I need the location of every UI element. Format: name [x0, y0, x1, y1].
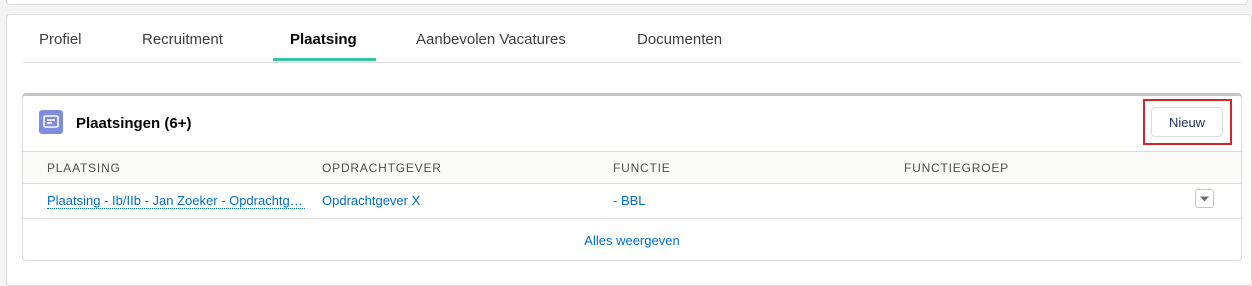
annotation-highlight-box: [1143, 99, 1232, 145]
row-actions-dropdown[interactable]: [1195, 189, 1214, 208]
plaatsing-link[interactable]: Plaatsing - Ib/IIb - Jan Zoeker - Opdrac…: [47, 193, 305, 209]
column-header-plaatsing: PLAATSING: [47, 161, 121, 175]
tab-recruitment[interactable]: Recruitment: [142, 31, 223, 48]
functie-link[interactable]: - BBL: [613, 193, 646, 208]
related-list-title[interactable]: Plaatsingen (6+): [76, 115, 191, 132]
view-all-link[interactable]: Alles weergeven: [23, 233, 1241, 248]
tab-plaatsing[interactable]: Plaatsing: [290, 31, 357, 48]
active-tab-indicator: [273, 58, 376, 61]
record-detail-card: Profiel Recruitment Plaatsing Aanbevolen…: [6, 14, 1252, 286]
table-row: Plaatsing - Ib/IIb - Jan Zoeker - Opdrac…: [23, 184, 1241, 219]
column-header-opdrachtgever: OPDRACHTGEVER: [322, 161, 442, 175]
tab-aanbevolen-vacatures[interactable]: Aanbevolen Vacatures: [416, 31, 566, 48]
column-header-functiegroep: FUNCTIEGROEP: [904, 161, 1009, 175]
tab-documenten[interactable]: Documenten: [637, 31, 722, 48]
tab-bar: Profiel Recruitment Plaatsing Aanbevolen…: [23, 15, 1241, 63]
opdrachtgever-link[interactable]: Opdrachtgever X: [322, 193, 420, 208]
chevron-down-icon: [1200, 196, 1209, 202]
table-header: PLAATSING OPDRACHTGEVER FUNCTIE FUNCTIEG…: [23, 151, 1241, 184]
list-icon: [39, 110, 63, 134]
column-header-functie: FUNCTIE: [613, 161, 671, 175]
tab-profiel[interactable]: Profiel: [39, 31, 82, 48]
top-card-edge: [6, 0, 1248, 5]
related-list-plaatsingen: Plaatsingen (6+) Nieuw PLAATSING OPDRACH…: [22, 93, 1242, 261]
